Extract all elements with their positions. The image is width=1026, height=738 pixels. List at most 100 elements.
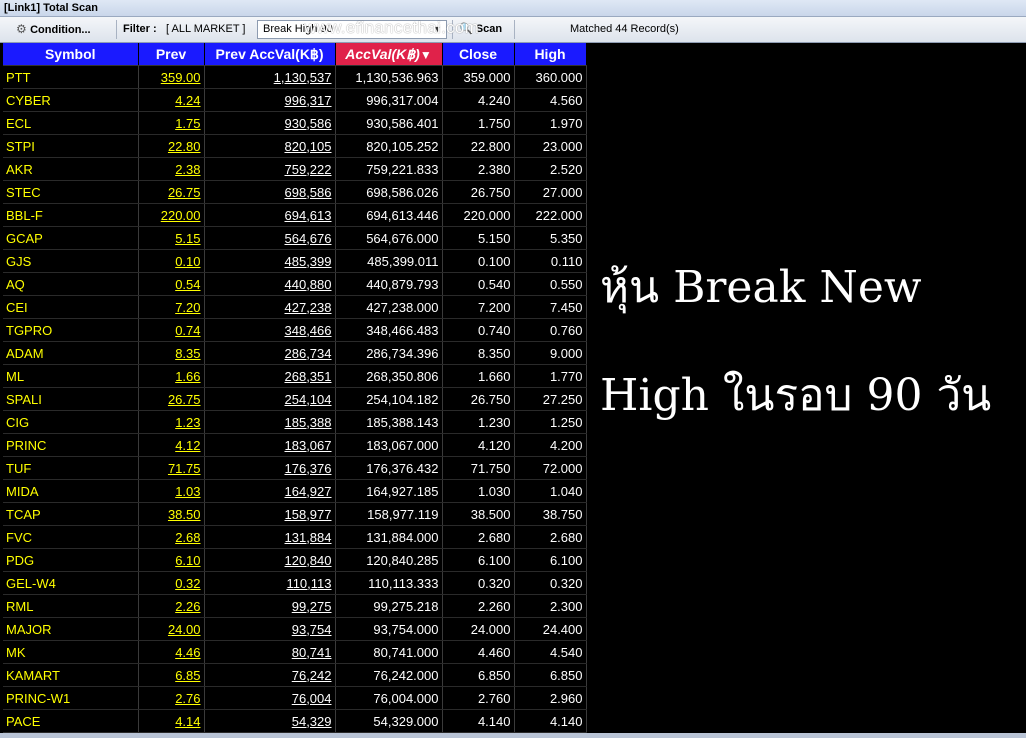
table-row[interactable]: GJS 0.10 485,399 485,399.011 0.100 0.110 <box>3 249 587 273</box>
cell-prev[interactable]: 4.24 <box>138 88 205 112</box>
cell-prev[interactable]: 220.00 <box>138 203 205 227</box>
cell-prev-accval[interactable]: 99,275 <box>204 594 336 618</box>
cell-prev-accval[interactable]: 268,351 <box>204 364 336 388</box>
cell-prev-accval[interactable]: 930,586 <box>204 111 336 135</box>
cell-prev-accval[interactable]: 176,376 <box>204 456 336 480</box>
cell-prev-accval[interactable]: 694,613 <box>204 203 336 227</box>
cell-prev-accval[interactable]: 131,884 <box>204 525 336 549</box>
cell-prev[interactable]: 26.75 <box>138 180 205 204</box>
table-row[interactable]: PRINC-W1 2.76 76,004 76,004.000 2.760 2.960 <box>3 686 587 710</box>
cell-prev-accval[interactable]: 286,734 <box>204 341 336 365</box>
cell-prev[interactable]: 4.12 <box>138 433 205 457</box>
cell-prev-accval[interactable]: 80,741 <box>204 640 336 664</box>
cell-prev-accval[interactable]: 185,388 <box>204 410 336 434</box>
condition-button[interactable]: ⚙ Condition... <box>16 17 91 42</box>
cell-prev-accval[interactable]: 440,880 <box>204 272 336 296</box>
table-row[interactable]: SPALI 26.75 254,104 254,104.182 26.750 27.250 <box>3 387 587 411</box>
cell-prev[interactable]: 0.54 <box>138 272 205 296</box>
filter-value[interactable]: [ ALL MARKET ] <box>166 17 245 42</box>
cell-prev[interactable]: 4.46 <box>138 640 205 664</box>
table-row[interactable]: MAJOR 24.00 93,754 93,754.000 24.000 24.400 <box>3 617 587 641</box>
column-header-prev[interactable]: Prev <box>138 43 205 66</box>
cell-prev[interactable]: 2.76 <box>138 686 205 710</box>
sort-desc-icon: ▼ <box>419 47 432 62</box>
table-row[interactable]: RML 2.26 99,275 99,275.218 2.260 2.300 <box>3 594 587 618</box>
cell-prev[interactable]: 38.50 <box>138 502 205 526</box>
cell-prev-accval[interactable]: 93,754 <box>204 617 336 641</box>
cell-prev[interactable]: 2.68 <box>138 525 205 549</box>
table-row[interactable]: BBL-F 220.00 694,613 694,613.446 220.000 222.… <box>3 203 587 227</box>
table-row[interactable]: TUF 71.75 176,376 176,376.432 71.750 72.000 <box>3 456 587 480</box>
table-row[interactable]: ML 1.66 268,351 268,350.806 1.660 1.770 <box>3 364 587 388</box>
column-header-high[interactable]: High <box>514 43 587 66</box>
cell-prev[interactable]: 26.75 <box>138 387 205 411</box>
cell-prev[interactable]: 5.15 <box>138 226 205 250</box>
cell-prev-accval[interactable]: 183,067 <box>204 433 336 457</box>
cell-prev-accval[interactable]: 348,466 <box>204 318 336 342</box>
column-header-accval[interactable]: AccVal(K฿)▼ <box>335 43 443 66</box>
cell-prev[interactable]: 6.10 <box>138 548 205 572</box>
cell-prev-accval[interactable]: 158,977 <box>204 502 336 526</box>
cell-prev-accval[interactable]: 54,329 <box>204 709 336 733</box>
cell-prev[interactable]: 0.10 <box>138 249 205 273</box>
cell-prev[interactable]: 1.75 <box>138 111 205 135</box>
cell-prev[interactable]: 0.32 <box>138 571 205 595</box>
cell-prev[interactable]: 359.00 <box>138 65 205 89</box>
table-row[interactable]: PRINC 4.12 183,067 183,067.000 4.120 4.200 <box>3 433 587 457</box>
cell-prev-accval[interactable]: 1,130,537 <box>204 65 336 89</box>
cell-prev-accval[interactable]: 996,317 <box>204 88 336 112</box>
cell-symbol: MK <box>3 640 139 664</box>
cell-prev-accval[interactable]: 110,113 <box>204 571 336 595</box>
table-row[interactable]: MIDA 1.03 164,927 164,927.185 1.030 1.040 <box>3 479 587 503</box>
table-row[interactable]: ECL 1.75 930,586 930,586.401 1.750 1.970 <box>3 111 587 135</box>
table-row[interactable]: AKR 2.38 759,222 759,221.833 2.380 2.520 <box>3 157 587 181</box>
table-row[interactable]: GEL-W4 0.32 110,113 110,113.333 0.320 0.320 <box>3 571 587 595</box>
cell-prev[interactable]: 1.03 <box>138 479 205 503</box>
cell-prev[interactable]: 2.38 <box>138 157 205 181</box>
table-row[interactable]: KAMART 6.85 76,242 76,242.000 6.850 6.850 <box>3 663 587 687</box>
cell-prev[interactable]: 8.35 <box>138 341 205 365</box>
cell-prev-accval[interactable]: 164,927 <box>204 479 336 503</box>
column-header-symbol[interactable]: Symbol <box>3 43 139 66</box>
cell-prev-accval[interactable]: 76,242 <box>204 663 336 687</box>
table-row[interactable]: GCAP 5.15 564,676 564,676.000 5.150 5.350 <box>3 226 587 250</box>
table-row[interactable]: AQ 0.54 440,880 440,879.793 0.540 0.550 <box>3 272 587 296</box>
cell-prev-accval[interactable]: 759,222 <box>204 157 336 181</box>
cell-prev[interactable]: 6.85 <box>138 663 205 687</box>
cell-prev[interactable]: 24.00 <box>138 617 205 641</box>
table-row[interactable]: PACE 4.14 54,329 54,329.000 4.140 4.140 <box>3 709 587 733</box>
cell-prev-accval[interactable]: 485,399 <box>204 249 336 273</box>
table-row[interactable]: PTT 359.00 1,130,537 1,130,536.963 359.000 36… <box>3 65 587 89</box>
table-row[interactable]: TCAP 38.50 158,977 158,977.119 38.500 38.750 <box>3 502 587 526</box>
cell-prev-accval[interactable]: 254,104 <box>204 387 336 411</box>
table-row[interactable]: CEI 7.20 427,238 427,238.000 7.200 7.450 <box>3 295 587 319</box>
cell-prev-accval[interactable]: 564,676 <box>204 226 336 250</box>
cell-symbol: GJS <box>3 249 139 273</box>
cell-close: 1.030 <box>442 479 515 503</box>
table-row[interactable]: PDG 6.10 120,840 120,840.285 6.100 6.100 <box>3 548 587 572</box>
cell-prev[interactable]: 7.20 <box>138 295 205 319</box>
cell-prev-accval[interactable]: 820,105 <box>204 134 336 158</box>
table-row[interactable]: MK 4.46 80,741 80,741.000 4.460 4.540 <box>3 640 587 664</box>
table-row[interactable]: FVC 2.68 131,884 131,884.000 2.680 2.680 <box>3 525 587 549</box>
cell-prev[interactable]: 2.26 <box>138 594 205 618</box>
table-row[interactable]: TGPRO 0.74 348,466 348,466.483 0.740 0.760 <box>3 318 587 342</box>
cell-prev[interactable]: 1.23 <box>138 410 205 434</box>
cell-prev-accval[interactable]: 120,840 <box>204 548 336 572</box>
cell-prev-accval[interactable]: 427,238 <box>204 295 336 319</box>
column-header-prev-accval[interactable]: Prev AccVal(K฿) <box>204 43 336 66</box>
table-row[interactable]: ADAM 8.35 286,734 286,734.396 8.350 9.000 <box>3 341 587 365</box>
cell-prev[interactable]: 22.80 <box>138 134 205 158</box>
table-row[interactable]: CYBER 4.24 996,317 996,317.004 4.240 4.560 <box>3 88 587 112</box>
table-row[interactable]: CIG 1.23 185,388 185,388.143 1.230 1.250 <box>3 410 587 434</box>
cell-symbol: ECL <box>3 111 139 135</box>
table-row[interactable]: STEC 26.75 698,586 698,586.026 26.750 27.000 <box>3 180 587 204</box>
cell-prev[interactable]: 0.74 <box>138 318 205 342</box>
cell-prev-accval[interactable]: 698,586 <box>204 180 336 204</box>
cell-prev[interactable]: 4.14 <box>138 709 205 733</box>
cell-prev[interactable]: 71.75 <box>138 456 205 480</box>
column-header-close[interactable]: Close <box>442 43 515 66</box>
cell-prev-accval[interactable]: 76,004 <box>204 686 336 710</box>
cell-prev[interactable]: 1.66 <box>138 364 205 388</box>
table-row[interactable]: STPI 22.80 820,105 820,105.252 22.800 23.000 <box>3 134 587 158</box>
